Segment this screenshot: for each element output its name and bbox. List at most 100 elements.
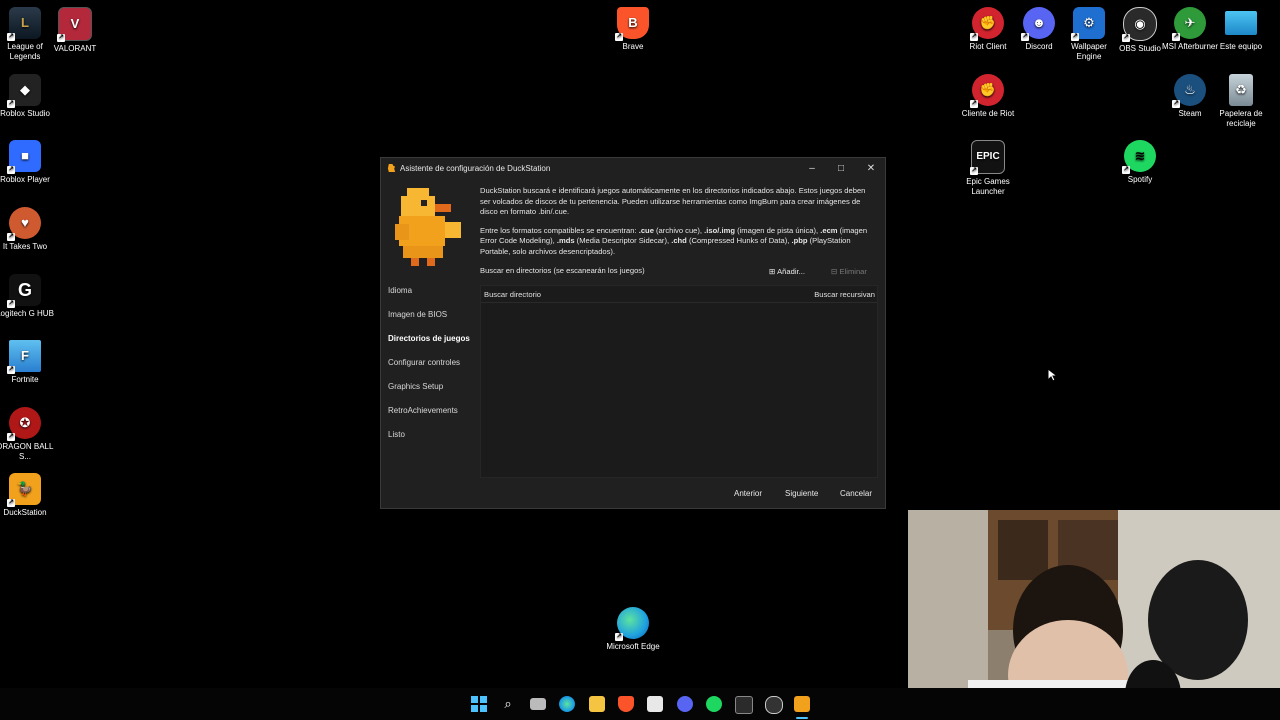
duckstation-taskbar-icon[interactable]: [794, 696, 810, 712]
desktop-icon-dragon-ball[interactable]: ✪ DRAGON BALL S...: [0, 407, 55, 462]
desktop-icon-microsoft-edge[interactable]: Microsoft Edge: [603, 607, 663, 652]
nav-item-imagen-bios[interactable]: Imagen de BIOS: [388, 308, 478, 332]
desktop-icon-label: Roblox Player: [0, 175, 50, 184]
desktop-icon-label: It Takes Two: [2, 242, 48, 251]
league-of-legends-icon: L: [7, 7, 41, 41]
search-directories-row: Buscar en directorios (se escanearán los…: [480, 266, 878, 280]
epic-games-icon: EPIC: [970, 140, 1005, 175]
desktop-icon-label: Riot Client: [969, 42, 1007, 51]
brave-icon: B: [615, 7, 649, 41]
next-button[interactable]: Siguiente: [781, 487, 822, 500]
file-explorer-icon[interactable]: [589, 696, 605, 712]
desktop-icon-it-takes-two[interactable]: ♥ It Takes Two: [0, 207, 55, 252]
edge-taskbar-icon[interactable]: [559, 696, 575, 712]
desktop-icon-label: DuckStation: [3, 508, 47, 517]
discord-icon: ☻: [1021, 7, 1055, 41]
nav-item-retroachievements[interactable]: RetroAchievements: [388, 404, 478, 428]
riot-fist-icon: ✊: [970, 74, 1004, 108]
obs-taskbar-icon[interactable]: [765, 696, 783, 714]
riot-fist-icon: ✊: [970, 7, 1004, 41]
duckstation-app-icon: [387, 163, 396, 173]
nav-item-graphics-setup[interactable]: Graphics Setup: [388, 380, 478, 404]
desktop-icon-duckstation[interactable]: 🦆 DuckStation: [0, 473, 55, 518]
table-header: Buscar directorio Buscar recursivan: [481, 286, 877, 303]
desktop-icon-label: Epic Games Launcher: [966, 177, 1010, 196]
setup-wizard-dialog: Asistente de configuración de DuckStatio…: [380, 157, 886, 509]
spotify-taskbar-icon[interactable]: [706, 696, 722, 712]
msi-afterburner-icon: ✈: [1172, 7, 1206, 41]
task-view-icon[interactable]: [530, 698, 546, 710]
desktop-icon-epic-games[interactable]: EPIC Epic Games Launcher: [958, 140, 1018, 197]
search-directories-label: Buscar en directorios (se escanearán los…: [480, 266, 645, 275]
dragon-ball-icon: ✪: [7, 407, 41, 441]
desktop-icon-cliente-de-riot[interactable]: ✊ Cliente de Riot: [958, 74, 1018, 119]
steam-icon: ♨: [1172, 74, 1206, 108]
desktop-icon-fortnite[interactable]: F Fortnite: [0, 340, 55, 385]
start-button[interactable]: [471, 696, 487, 712]
desktop-icon-label: Este equipo: [1219, 42, 1263, 51]
edge-icon: [615, 607, 649, 641]
desktop-icon-spotify[interactable]: ≋ Spotify: [1110, 140, 1170, 185]
desktop-icon-este-equipo[interactable]: Este equipo: [1211, 7, 1271, 52]
desktop-icon-label: Papelera de reciclaje: [1219, 109, 1263, 128]
dialog-title: Asistente de configuración de DuckStatio…: [400, 164, 551, 173]
desktop-icon-label: OBS Studio: [1119, 44, 1161, 53]
desktop-icon-label: Brave: [622, 42, 644, 51]
desktop-icon-label: DRAGON BALL S...: [0, 442, 54, 461]
duckstation-icon: 🦆: [7, 473, 41, 507]
logitech-g-icon: G: [7, 274, 41, 308]
desktop-icon-brave[interactable]: B Brave: [603, 7, 663, 52]
desktop-icon-label: Discord: [1025, 42, 1053, 51]
active-app-indicator: [796, 717, 808, 719]
back-button[interactable]: Anterior: [730, 487, 766, 500]
close-button[interactable]: ✕: [862, 162, 880, 176]
remove-directory-label: Eliminar: [839, 267, 867, 276]
desktop-icon-label: Microsoft Edge: [606, 642, 660, 651]
dialog-titlebar[interactable]: Asistente de configuración de DuckStatio…: [381, 158, 885, 180]
cancel-button[interactable]: Cancelar: [836, 487, 876, 500]
maximize-button[interactable]: □: [832, 162, 850, 176]
nav-item-idioma[interactable]: Idioma: [388, 284, 478, 308]
desktop-icon-label: MSI Afterburner: [1161, 42, 1219, 51]
nav-item-configurar-controles[interactable]: Configurar controles: [388, 356, 478, 380]
wizard-content: DuckStation buscará e identificará juego…: [480, 186, 876, 265]
desktop-icon-label: Fortnite: [11, 375, 39, 384]
desktop-icon-label: Wallpaper Engine: [1071, 42, 1107, 61]
column-header-recursive[interactable]: Buscar recursivan: [814, 290, 875, 299]
remove-directory-button[interactable]: ⊟ Eliminar: [827, 265, 871, 278]
taskbar: ⌕: [0, 688, 1280, 720]
desktop-icon-label: Roblox Studio: [0, 109, 50, 118]
recycle-bin-icon: ♻: [1229, 74, 1253, 106]
windows-start-icon: [471, 696, 487, 712]
wizard-nav: Idioma Imagen de BIOS Directorios de jue…: [388, 284, 478, 452]
desktop-icon-logitech-g-hub[interactable]: G Logitech G HUB: [0, 274, 55, 319]
obs-icon: ◉: [1122, 7, 1157, 42]
mouse-cursor-icon: [1047, 368, 1057, 382]
column-header-directory[interactable]: Buscar directorio: [484, 290, 541, 299]
search-icon[interactable]: ⌕: [500, 696, 516, 712]
directories-table[interactable]: Buscar directorio Buscar recursivan: [480, 285, 878, 478]
intro-text: DuckStation buscará e identificará juego…: [480, 186, 866, 216]
desktop-icon-recycle-bin[interactable]: ♻ Papelera de reciclaje: [1211, 74, 1271, 129]
add-directory-button[interactable]: ⊞ Añadir...: [765, 265, 809, 278]
roblox-player-icon: ■: [7, 140, 41, 174]
add-directory-label: Añadir...: [777, 267, 805, 276]
monitor-icon: [1225, 11, 1257, 35]
desktop-icon-valorant[interactable]: V VALORANT: [45, 7, 105, 54]
formats-text: Entre los formatos compatibles se encuen…: [480, 225, 868, 256]
desktop-icon-label: Steam: [1178, 109, 1202, 118]
minimize-button[interactable]: –: [803, 162, 821, 176]
spotify-icon: ≋: [1122, 140, 1156, 174]
desktop-icon-roblox-studio[interactable]: ◆ Roblox Studio: [0, 74, 55, 119]
nav-item-directorios-juegos[interactable]: Directorios de juegos: [388, 332, 478, 356]
nav-item-listo[interactable]: Listo: [388, 428, 478, 452]
roblox-studio-icon: ◆: [7, 74, 41, 108]
folder-add-icon: ⊞: [769, 267, 776, 276]
brave-taskbar-icon[interactable]: [618, 696, 634, 712]
desktop-icon-label: Logitech G HUB: [0, 309, 54, 318]
store-icon[interactable]: [647, 696, 663, 712]
discord-taskbar-icon[interactable]: [677, 696, 693, 712]
terminal-icon[interactable]: [735, 696, 753, 714]
desktop-icon-roblox-player[interactable]: ■ Roblox Player: [0, 140, 55, 185]
it-takes-two-icon: ♥: [7, 207, 41, 241]
